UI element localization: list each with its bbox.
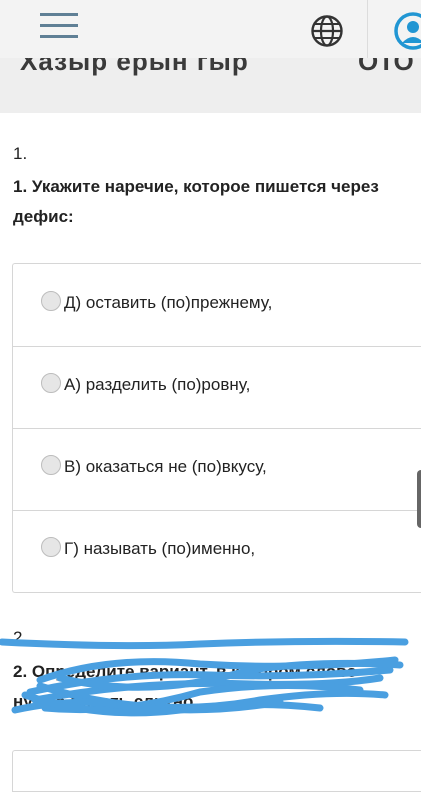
question-2-line1: 2. Определите вариант, в котором слово xyxy=(13,662,357,681)
answer-option-label: В) оказаться не (по)вкусу, xyxy=(64,457,267,476)
top-app-bar xyxy=(0,0,421,59)
question-2-number: 2. xyxy=(13,628,28,647)
answer-option-d[interactable]: Д) оставить (по)прежнему, xyxy=(13,264,421,347)
user-avatar-icon[interactable] xyxy=(394,12,421,50)
radio-button[interactable] xyxy=(41,455,61,475)
header-divider xyxy=(367,0,368,58)
radio-button[interactable] xyxy=(41,373,61,393)
test-title-bar: Xазыр ерын гыр ОТО xyxy=(0,58,421,113)
question-2-line2: нужно писать слитно xyxy=(13,692,194,711)
answer-option-a[interactable]: А) разделить (по)ровну, xyxy=(13,346,421,429)
question-2-text: 2. Определите вариант, в котором слово н… xyxy=(13,657,418,717)
answer-option-label: Д) оставить (по)прежнему, xyxy=(64,293,273,312)
globe-icon[interactable] xyxy=(310,14,344,48)
answer-options-list-2 xyxy=(12,750,421,792)
answer-option-g[interactable]: Г) называть (по)именно, xyxy=(13,510,421,592)
question-1-text: 1. Укажите наречие, которое пишется чере… xyxy=(13,177,379,226)
hamburger-menu-icon[interactable] xyxy=(40,13,78,39)
answer-options-list: Д) оставить (по)прежнему, А) разделить (… xyxy=(12,263,421,593)
test-title-fragment-right: ОТО xyxy=(358,58,414,76)
radio-button[interactable] xyxy=(41,537,61,557)
answer-option-label: Г) называть (по)именно, xyxy=(64,539,256,558)
answer-option-v[interactable]: В) оказаться не (по)вкусу, xyxy=(13,428,421,511)
question-1-number: 1. xyxy=(13,144,28,163)
answer-option-label: А) разделить (по)ровну, xyxy=(64,375,251,394)
test-title-fragment: Xазыр ерын гыр xyxy=(20,58,249,76)
scrollbar-handle[interactable] xyxy=(417,470,421,528)
radio-button[interactable] xyxy=(41,291,61,311)
